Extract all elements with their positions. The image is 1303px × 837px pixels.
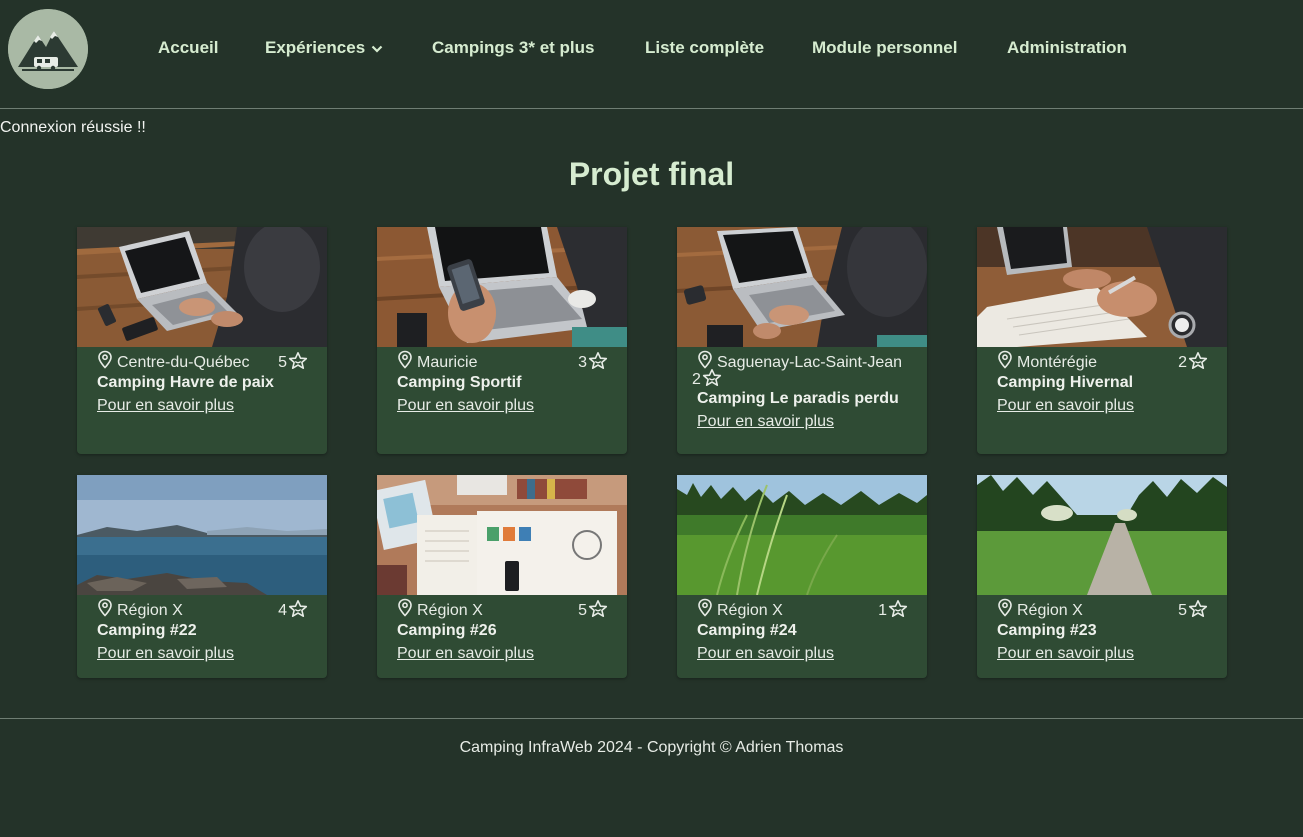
nav-item-accueil[interactable]: Accueil xyxy=(158,38,218,58)
card-more-link[interactable]: Pour en savoir plus xyxy=(997,645,1134,663)
card-rating-value: 1 xyxy=(878,602,887,619)
location-pin-icon xyxy=(398,598,412,617)
card-rating-value: 3 xyxy=(578,354,587,371)
camping-card: Région X 4 Camping #22 Pour en savoir pl… xyxy=(77,475,327,678)
grass-field-photo xyxy=(677,475,927,595)
chevron-down-icon xyxy=(371,45,383,53)
card-camping-name: Camping #24 xyxy=(697,622,797,639)
writing-notebook-photo xyxy=(977,227,1227,347)
card-rating: 5 xyxy=(578,599,608,620)
card-more-link[interactable]: Pour en savoir plus xyxy=(997,397,1134,415)
card-more-link[interactable]: Pour en savoir plus xyxy=(697,645,834,663)
camping-card: Centre-du-Québec 5 Camping Havre de paix… xyxy=(77,227,327,454)
location-pin-icon xyxy=(98,350,112,369)
card-region: Région X xyxy=(717,602,783,619)
nav-item-experiences-label: Expériences xyxy=(265,38,366,57)
card-more-link[interactable]: Pour en savoir plus xyxy=(397,645,534,663)
star-icon xyxy=(288,599,308,618)
card-more-link[interactable]: Pour en savoir plus xyxy=(697,413,834,431)
star-icon xyxy=(1188,599,1208,618)
card-rating: 1 xyxy=(878,599,908,620)
typing-laptop-photo xyxy=(677,227,927,347)
location-pin-icon xyxy=(98,598,112,617)
camping-card: Saguenay-Lac-Saint-Jean 2 Camping Le par… xyxy=(677,227,927,454)
card-camping-name: Camping #26 xyxy=(397,622,497,639)
card-rating: 2 xyxy=(1178,351,1208,372)
card-region: Saguenay-Lac-Saint-Jean xyxy=(717,354,903,371)
site-footer: Camping InfraWeb 2024 - Copyright © Adri… xyxy=(459,739,844,756)
footer-divider xyxy=(0,718,1303,719)
hand-phone-laptop-photo xyxy=(377,227,627,347)
card-camping-name: Camping Le paradis perdu xyxy=(697,390,899,407)
card-region: Centre-du-Québec xyxy=(117,354,250,371)
site-header: Accueil Expériences Campings 3* et plus … xyxy=(0,0,1303,109)
forest-path-photo xyxy=(977,475,1227,595)
login-status-message: Connexion réussie !! xyxy=(0,119,146,136)
card-rating-value: 2 xyxy=(692,371,701,388)
card-region: Région X xyxy=(417,602,483,619)
card-region: Région X xyxy=(1017,602,1083,619)
card-rating: 3 xyxy=(578,351,608,372)
card-rating-value: 5 xyxy=(1178,602,1187,619)
star-icon xyxy=(288,351,308,370)
card-more-link[interactable]: Pour en savoir plus xyxy=(97,645,234,663)
card-camping-name: Camping Sportif xyxy=(397,374,522,391)
location-pin-icon xyxy=(698,598,712,617)
card-camping-name: Camping #22 xyxy=(97,622,197,639)
star-icon xyxy=(1188,351,1208,370)
card-camping-name: Camping Havre de paix xyxy=(97,374,274,391)
camping-card: Région X 5 Camping #23 Pour en savoir pl… xyxy=(977,475,1227,678)
star-icon xyxy=(588,599,608,618)
camping-card: Mauricie 3 Camping Sportif Pour en savoi… xyxy=(377,227,627,454)
star-icon xyxy=(588,351,608,370)
camping-card: Région X 5 Camping #26 Pour en savoir pl… xyxy=(377,475,627,678)
site-logo[interactable] xyxy=(8,9,88,89)
location-pin-icon xyxy=(398,350,412,369)
camping-card: Région X 1 Camping #24 Pour en savoir pl… xyxy=(677,475,927,678)
card-rating: 2 xyxy=(692,368,908,389)
location-pin-icon xyxy=(998,598,1012,617)
mountain-camper-logo-icon xyxy=(8,9,88,89)
desk-flatlay-photo xyxy=(377,475,627,595)
card-rating-value: 2 xyxy=(1178,354,1187,371)
lake-shore-photo xyxy=(77,475,327,595)
card-more-link[interactable]: Pour en savoir plus xyxy=(97,397,234,415)
location-pin-icon xyxy=(998,350,1012,369)
card-rating: 5 xyxy=(1178,599,1208,620)
card-region: Mauricie xyxy=(417,354,478,371)
nav-item-liste-complete[interactable]: Liste complète xyxy=(645,38,764,58)
card-rating: 4 xyxy=(278,599,308,620)
card-rating-value: 4 xyxy=(278,602,287,619)
card-region: Montérégie xyxy=(1017,354,1098,371)
card-rating: 5 xyxy=(278,351,308,372)
card-rating-value: 5 xyxy=(278,354,287,371)
card-region: Région X xyxy=(117,602,183,619)
card-camping-name: Camping Hivernal xyxy=(997,374,1134,391)
nav-item-module-personnel[interactable]: Module personnel xyxy=(812,38,957,58)
page-title: Projet final xyxy=(568,156,735,192)
camping-card: Montérégie 2 Camping Hivernal Pour en sa… xyxy=(977,227,1227,454)
nav-item-experiences[interactable]: Expériences xyxy=(265,38,383,58)
card-more-link[interactable]: Pour en savoir plus xyxy=(397,397,534,415)
laptop-phone-table-photo xyxy=(77,227,327,347)
card-camping-name: Camping #23 xyxy=(997,622,1097,639)
nav-item-administration[interactable]: Administration xyxy=(1007,38,1127,58)
nav-item-campings-3-plus[interactable]: Campings 3* et plus xyxy=(432,38,594,58)
star-icon xyxy=(888,599,908,618)
card-rating-value: 5 xyxy=(578,602,587,619)
